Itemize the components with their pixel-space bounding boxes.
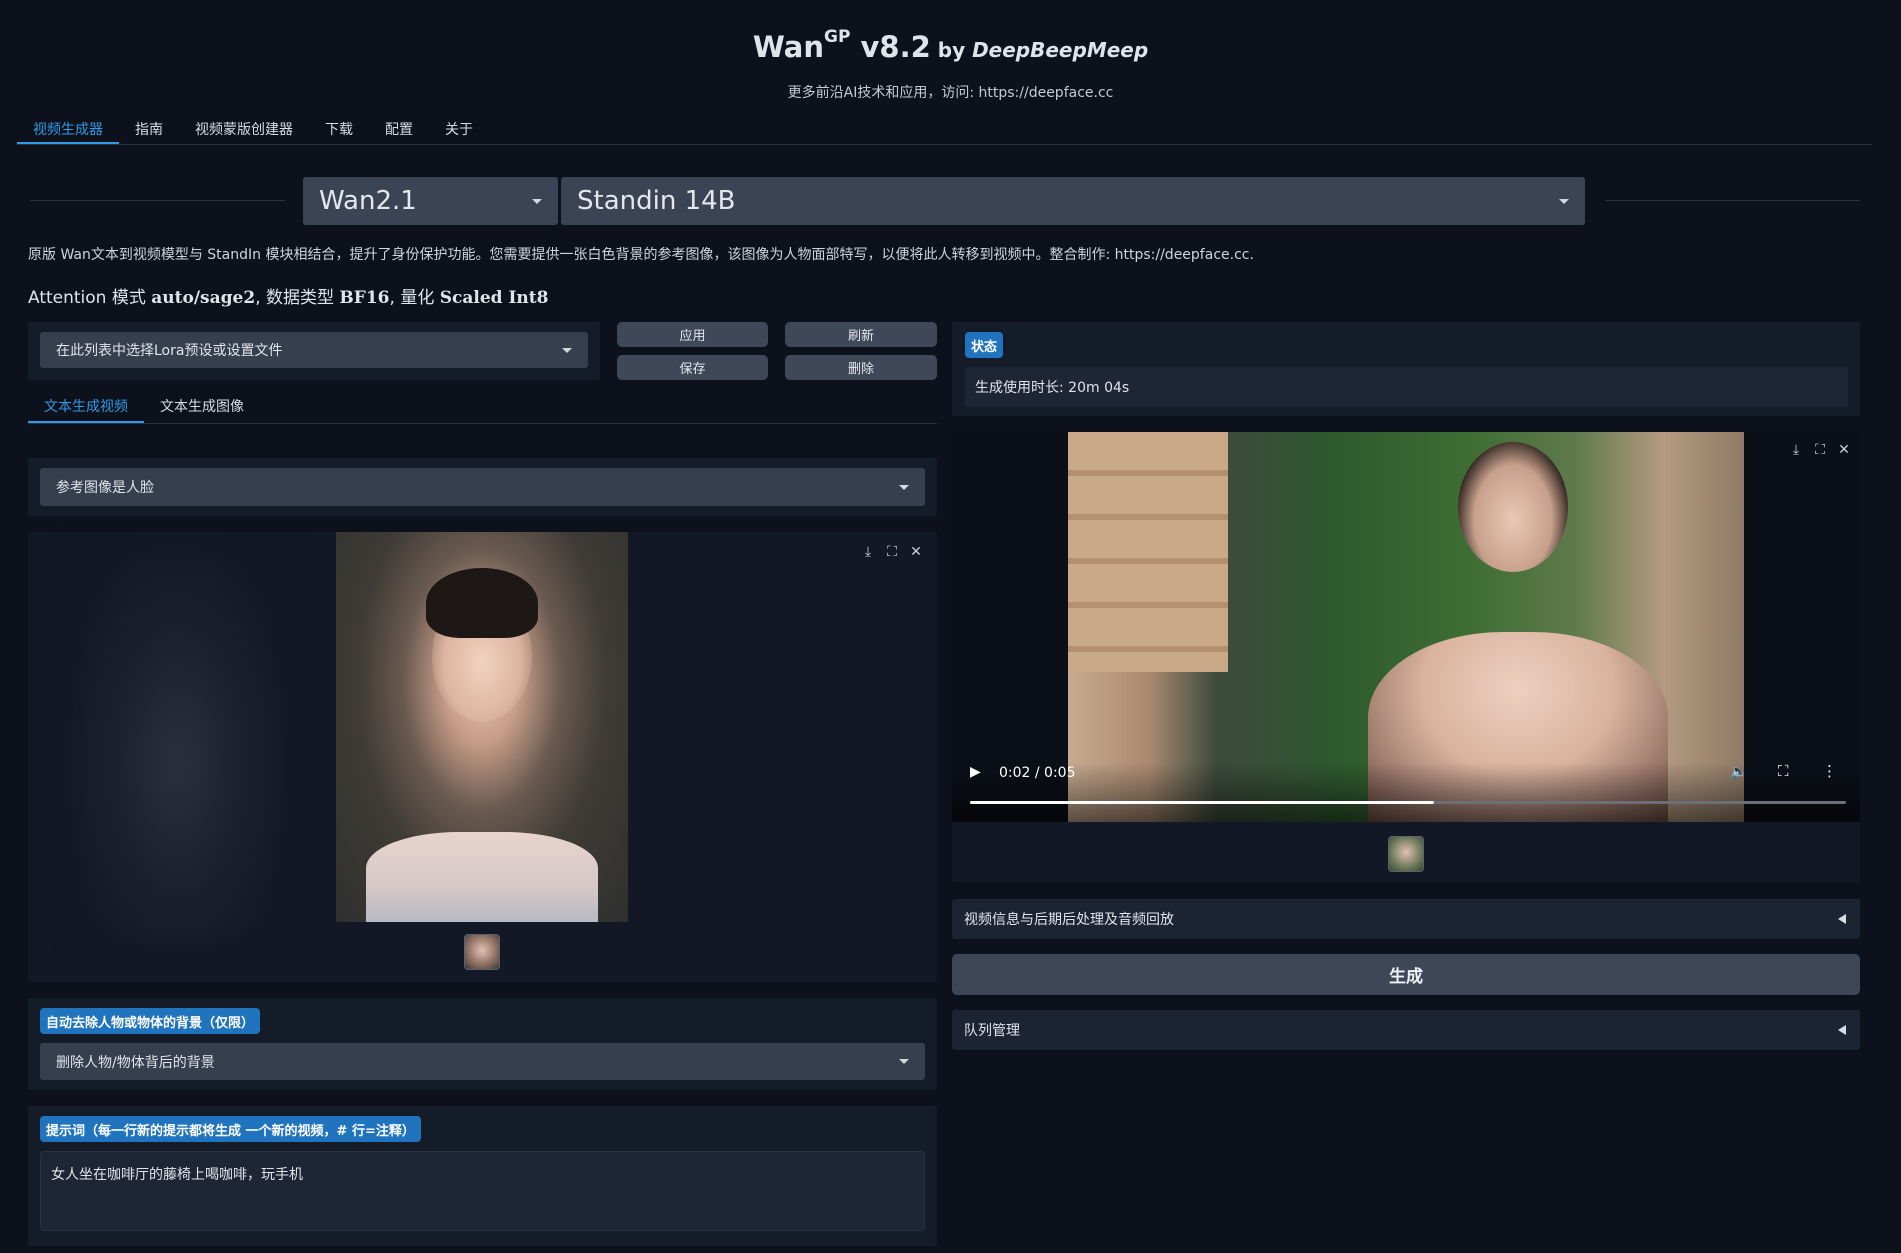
video-info-accordion-label: 视频信息与后期后处理及音频回放: [964, 912, 1174, 928]
video-controls-gradient: [952, 762, 1860, 822]
fullscreen-icon[interactable]: ⛶: [1778, 762, 1789, 780]
model-name-value: Standin 14B: [577, 186, 736, 216]
save-button[interactable]: 保存: [617, 355, 768, 380]
shoulders-shape: [366, 832, 598, 922]
chevron-down-icon: [1559, 198, 1569, 204]
gen-tab-divider: [28, 423, 937, 424]
model-description: 原版 Wan文本到视频模型与 StandIn 模块相结合，提升了身份保护功能。您…: [28, 247, 1254, 263]
play-icon[interactable]: ▶: [970, 764, 981, 780]
download-icon[interactable]: ⤓: [1786, 440, 1806, 460]
bg-removal-value: 删除人物/物体背后的背景: [56, 1054, 215, 1071]
attention-info: Attention 模式 auto/sage2, 数据类型 BF16, 量化 S…: [28, 288, 549, 308]
video-progress-fill: [970, 801, 1435, 804]
model-select[interactable]: Standin 14B: [561, 177, 1585, 225]
app-subtitle: 更多前沿AI技术和应用，访问: https://deepface.cc: [787, 85, 1114, 101]
tab-video-generator[interactable]: 视频生成器: [17, 120, 119, 144]
bg-removal-label: 自动去除人物或物体的背景（仅限）: [40, 1008, 261, 1034]
tab-mask-creator[interactable]: 视频蒙版创建器: [179, 120, 309, 144]
chevron-down-icon: [532, 198, 542, 204]
wood-panel-shape: [1068, 432, 1228, 672]
bg-removal-select[interactable]: 删除人物/物体背后的背景: [40, 1043, 925, 1080]
status-label: 状态: [965, 332, 1004, 358]
lora-preset-placeholder: 在此列表中选择Lora预设或设置文件: [56, 343, 283, 359]
head-shape: [1458, 442, 1568, 572]
ref-image-thumbnail[interactable]: [464, 934, 500, 970]
tab-config[interactable]: 配置: [369, 120, 429, 144]
divider-right: [1605, 200, 1860, 201]
lora-preset-select[interactable]: 在此列表中选择Lora预设或设置文件: [40, 332, 588, 368]
tab-guide[interactable]: 指南: [119, 120, 179, 144]
chevron-down-icon: [899, 1059, 909, 1064]
apply-button[interactable]: 应用: [617, 322, 768, 347]
collapse-triangle-icon: [1838, 914, 1846, 924]
ref-image-mode-select[interactable]: 参考图像是人脸: [40, 468, 925, 506]
refresh-button[interactable]: 刷新: [785, 322, 937, 347]
delete-button[interactable]: 删除: [785, 355, 937, 380]
video-time: 0:02 / 0:05: [999, 765, 1076, 781]
video-progress-bar[interactable]: [970, 801, 1846, 804]
close-icon[interactable]: ✕: [1834, 440, 1854, 460]
tab-text-to-image[interactable]: 文本生成图像: [144, 397, 260, 421]
ref-image-mode-value: 参考图像是人脸: [56, 480, 154, 496]
prompt-textarea[interactable]: 女人坐在咖啡厅的藤椅上喝咖啡，玩手机: [40, 1151, 925, 1231]
volume-icon[interactable]: 🔈: [1730, 764, 1747, 780]
fullscreen-icon[interactable]: ⛶: [882, 542, 902, 562]
prompt-label: 提示词（每一行新的提示都将生成 一个新的视频，# 行=注释）: [40, 1116, 421, 1142]
ref-image-panel: ⤓ ⛶ ✕: [28, 532, 937, 982]
reference-face-image: [336, 532, 628, 922]
chevron-down-icon: [899, 484, 909, 490]
more-icon[interactable]: ⋮: [1822, 762, 1837, 780]
tab-divider: [17, 144, 1872, 145]
generation-tabs: 文本生成视频 文本生成图像: [28, 397, 260, 423]
divider-left: [30, 200, 285, 201]
queue-accordion-label: 队列管理: [964, 1023, 1020, 1039]
video-panel: ▶ 0:02 / 0:05 🔈 ⛶ ⋮ ⤓ ⛶ ✕: [952, 432, 1860, 882]
blurred-background: [68, 542, 288, 942]
video-player[interactable]: ▶ 0:02 / 0:05 🔈 ⛶ ⋮: [952, 432, 1860, 822]
tab-about[interactable]: 关于: [429, 120, 489, 144]
chevron-down-icon: [562, 347, 572, 353]
app-title: WanGP v8.2 by DeepBeepMeep: [752, 27, 1149, 64]
main-tabs: 视频生成器 指南 视频蒙版创建器 下载 配置 关于: [17, 120, 489, 144]
generate-button[interactable]: 生成: [952, 954, 1860, 995]
hair-shape: [426, 568, 538, 638]
video-info-accordion[interactable]: 视频信息与后期后处理及音频回放: [952, 899, 1860, 939]
tab-downloads[interactable]: 下载: [309, 120, 369, 144]
model-family-select[interactable]: Wan2.1: [303, 177, 558, 225]
status-value: 生成使用时长: 20m 04s: [965, 367, 1848, 407]
download-icon[interactable]: ⤓: [858, 542, 878, 562]
close-icon[interactable]: ✕: [906, 542, 926, 562]
collapse-triangle-icon: [1838, 1025, 1846, 1035]
tab-text-to-video[interactable]: 文本生成视频: [28, 397, 144, 423]
queue-accordion[interactable]: 队列管理: [952, 1010, 1860, 1050]
video-thumbnail[interactable]: [1388, 836, 1424, 872]
fullscreen-icon[interactable]: ⛶: [1810, 440, 1830, 460]
model-family-value: Wan2.1: [319, 186, 417, 216]
